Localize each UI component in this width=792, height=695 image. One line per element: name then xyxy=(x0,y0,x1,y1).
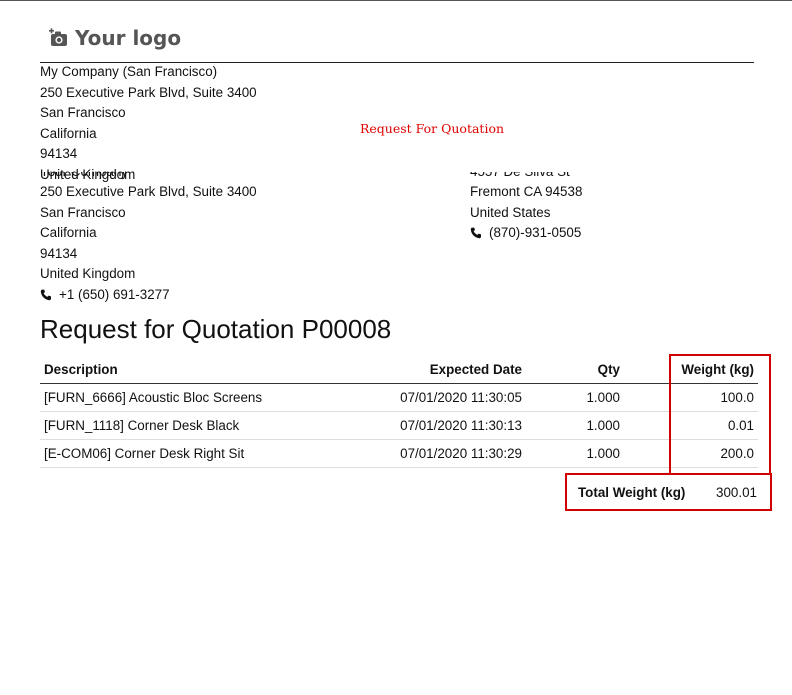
vendor-country: United Kingdom xyxy=(40,266,136,282)
shipping-phone: (870)-931-0505 xyxy=(489,225,582,241)
company-name: My Company (San Francisco) xyxy=(40,64,218,79)
camera-icon xyxy=(49,28,67,46)
document-title: Request for Quotation P00008 xyxy=(40,314,392,344)
header-expected-date: Expected Date xyxy=(348,355,526,384)
page-top-border xyxy=(0,0,792,1)
order-lines-table: Description Expected Date Qty Weight (kg… xyxy=(40,355,758,468)
row-description: [FURN_1118] Corner Desk Black xyxy=(40,411,348,440)
vendor-state: California xyxy=(40,225,97,241)
table-row: [E-COM06] Corner Desk Right Sit 07/01/20… xyxy=(40,439,758,468)
shipping-street-clipped: 4557 De Silva St xyxy=(470,172,582,182)
row-qty: 1.000 xyxy=(526,439,624,468)
row-description: [FURN_6666] Acoustic Bloc Screens xyxy=(40,383,348,412)
company-address: My Company (San Francisco) 250 Executive… xyxy=(40,62,257,186)
vendor-name: Your Company xyxy=(40,172,257,182)
phone-icon xyxy=(470,228,481,239)
vendor-name-clipped: Your Company xyxy=(40,172,257,182)
shipping-country: United States xyxy=(470,204,551,220)
header-qty: Qty xyxy=(526,355,624,384)
table-header-row: Description Expected Date Qty Weight (kg… xyxy=(40,355,758,384)
shipping-phone-line: (870)-931-0505 xyxy=(470,223,582,244)
shipping-city-line: Fremont CA 94538 xyxy=(470,184,583,199)
company-street: 250 Executive Park Blvd, Suite 3400 xyxy=(40,84,257,100)
total-weight-box: Total Weight (kg) 300.01 xyxy=(565,473,772,511)
vendor-phone: +1 (650) 691-3277 xyxy=(59,286,170,302)
shipping-street: 4557 De Silva St xyxy=(470,172,582,182)
total-weight-label: Total Weight (kg) xyxy=(578,484,686,500)
table-row: [FURN_1118] Corner Desk Black 07/01/2020… xyxy=(40,411,758,440)
company-logo: Your logo xyxy=(49,26,181,50)
row-qty: 1.000 xyxy=(526,383,624,412)
row-expected-date: 07/01/2020 11:30:05 xyxy=(348,383,526,412)
vendor-city: San Francisco xyxy=(40,204,126,220)
logo-text: Your logo xyxy=(75,26,182,50)
table-row: [FURN_6666] Acoustic Bloc Screens 07/01/… xyxy=(40,383,758,412)
phone-icon xyxy=(40,289,51,301)
total-weight-value: 300.01 xyxy=(716,484,757,500)
header-description: Description xyxy=(40,355,348,384)
vendor-street: 250 Executive Park Blvd, Suite 3400 xyxy=(40,184,257,199)
vendor-zip: 94134 xyxy=(40,245,78,261)
shipping-address: 4557 De Silva St Fremont CA 94538 United… xyxy=(470,172,582,244)
company-city: San Francisco xyxy=(40,105,126,121)
row-expected-date: 07/01/2020 11:30:13 xyxy=(348,411,526,440)
report-label: Request For Quotation xyxy=(360,121,505,136)
vendor-address: Your Company 250 Executive Park Blvd, Su… xyxy=(40,172,257,306)
company-zip: 94134 xyxy=(40,146,78,162)
weight-column-highlight xyxy=(669,354,771,475)
vendor-phone-line: +1 (650) 691-3277 xyxy=(40,285,257,306)
row-qty: 1.000 xyxy=(526,411,624,440)
row-expected-date: 07/01/2020 11:30:29 xyxy=(348,439,526,468)
row-description: [E-COM06] Corner Desk Right Sit xyxy=(40,439,348,468)
company-state: California xyxy=(40,125,97,141)
